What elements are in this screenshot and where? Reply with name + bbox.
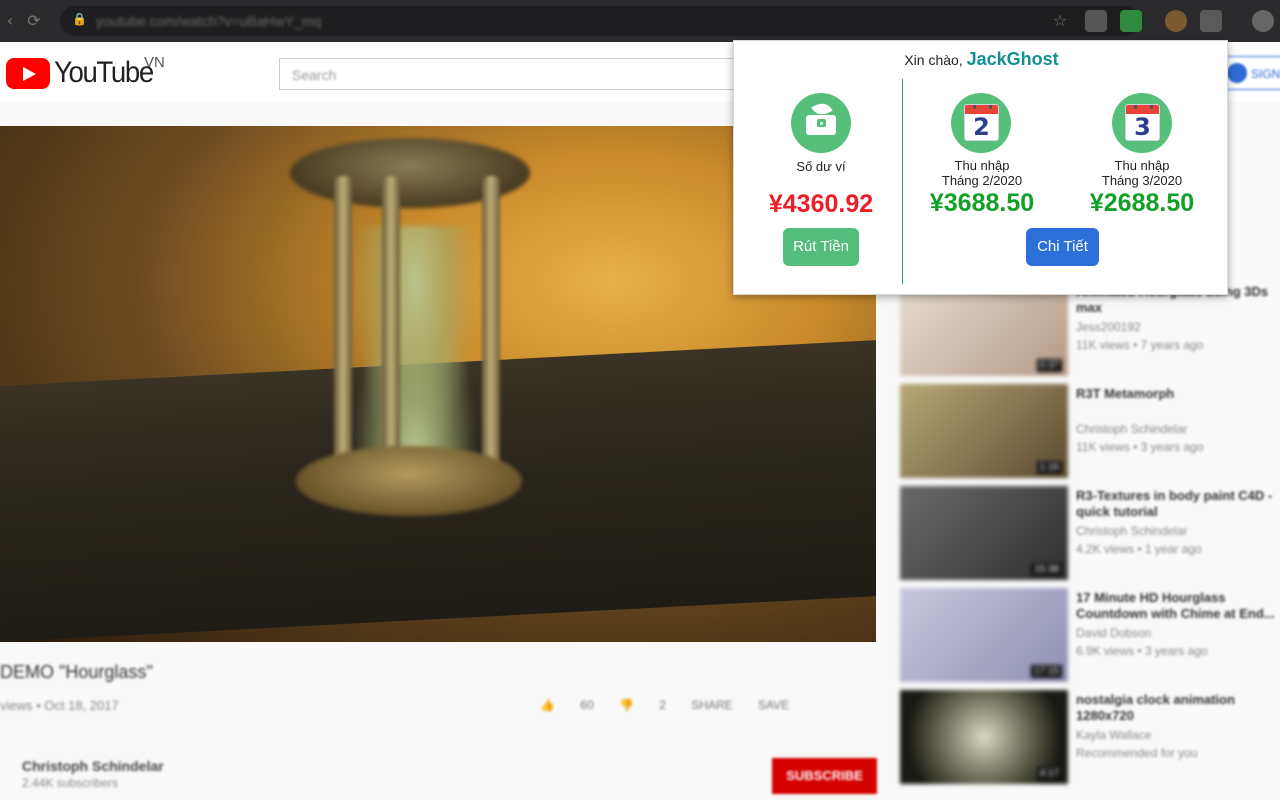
income-label-line1: Thu nhập	[1114, 158, 1170, 173]
section-divider	[902, 79, 903, 284]
greeting-prefix: Xin chào,	[904, 52, 963, 68]
income-value: ¥2688.50	[1089, 189, 1195, 217]
search-placeholder: Search	[292, 67, 337, 83]
url-text: youtube.com/watch?v=uBaHwY_mq	[96, 13, 322, 29]
wallet-icon	[791, 93, 851, 153]
video-duration: 17:15	[1030, 665, 1062, 678]
hourglass-pillar	[482, 176, 500, 496]
video-channel: David Dobson	[1076, 626, 1152, 640]
video-thumbnail[interactable]: 1:16	[900, 384, 1068, 478]
sign-in-button[interactable]: SIGN	[1220, 56, 1280, 90]
lock-icon: 🔒	[72, 12, 87, 26]
related-video-item[interactable]: 4:17 nostalgia clock animation 1280x720 …	[900, 690, 1280, 792]
related-video-item[interactable]: 1:16 R3T Metamorph Christoph Schindelar …	[900, 384, 1280, 486]
wallet-balance-label: Số dư ví	[796, 159, 846, 174]
video-views: 11K views • 7 years ago	[1076, 338, 1204, 352]
video-title[interactable]: nostalgia clock animation 1280x720	[1076, 692, 1276, 724]
video-thumbnail[interactable]: 4:17	[900, 690, 1068, 784]
greeting: Xin chào, JackGhost	[734, 49, 1229, 70]
video-views: Recommended for you	[1076, 746, 1198, 760]
browser-toolbar: ‹ ⟳ 🔒 youtube.com/watch?v=uBaHwY_mq ☆	[0, 0, 1280, 42]
video-title[interactable]: 17 Minute HD Hourglass Countdown with Ch…	[1076, 590, 1276, 622]
video-channel: Christoph Schindelar	[1076, 524, 1188, 538]
star-icon[interactable]: ☆	[1050, 11, 1070, 31]
youtube-logo-text[interactable]: YouTube	[54, 56, 154, 90]
video-channel: Jess200192	[1076, 320, 1141, 334]
video-thumbnail[interactable]: 17:15	[900, 588, 1068, 682]
video-views: 4.2K views • 1 year ago	[1076, 542, 1202, 556]
extension-avatar-icon[interactable]	[1165, 10, 1187, 32]
income-label-month: Tháng 3/2020	[1101, 173, 1183, 188]
channel-name[interactable]: Christoph Schindelar	[22, 758, 164, 774]
channel-subscribers: 2.44K subscribers	[22, 776, 119, 790]
video-channel: Christoph Schindelar	[1076, 422, 1188, 436]
income-label: Thu nhập Tháng 3/2020	[1072, 158, 1212, 188]
extension-shield-icon[interactable]	[1085, 10, 1107, 32]
youtube-logo-icon[interactable]	[6, 58, 50, 89]
video-duration: 0:37	[1036, 359, 1062, 372]
related-videos-list: 0:37 Animated Hourglass using 3Ds max Je…	[900, 282, 1280, 792]
video-meta: views • Oct 18, 2017	[0, 698, 119, 713]
withdraw-button[interactable]: Rút Tiền	[783, 228, 859, 266]
subscribe-button[interactable]: SUBSCRIBE	[772, 758, 877, 794]
video-channel: Kayla Wallace	[1076, 728, 1152, 742]
income-label-line1: Thu nhập	[954, 158, 1010, 173]
income-label-month: Tháng 2/2020	[941, 173, 1023, 188]
related-video-item[interactable]: 15:38 R3-Textures in body paint C4D - qu…	[900, 486, 1280, 588]
video-title[interactable]: R3T Metamorph	[1076, 386, 1276, 402]
wallet-balance-value: ¥4360.92	[768, 190, 874, 218]
search-input[interactable]: Search	[279, 58, 739, 90]
video-views: 11K views • 3 years ago	[1076, 440, 1204, 454]
video-thumbnail[interactable]: 15:38	[900, 486, 1068, 580]
income-value: ¥3688.50	[929, 189, 1035, 217]
back-icon[interactable]: ‹	[0, 11, 20, 31]
like-count: 60	[580, 698, 594, 712]
income-label: Thu nhập Tháng 2/2020	[912, 158, 1052, 188]
dislike-count: 2	[659, 698, 666, 712]
save-button[interactable]: SAVE	[758, 698, 789, 712]
share-button[interactable]: SHARE	[691, 698, 732, 712]
video-views: 6.9K views • 3 years ago	[1076, 644, 1208, 658]
profile-icon[interactable]	[1252, 10, 1274, 32]
dislike-icon[interactable]: 👎	[619, 698, 634, 712]
video-thumbnail[interactable]: 0:37	[900, 282, 1068, 376]
related-video-item[interactable]: 17:15 17 Minute HD Hourglass Countdown w…	[900, 588, 1280, 690]
calendar-month-number: 2	[973, 113, 990, 141]
region-code: VN	[144, 54, 165, 71]
calendar-icon: 2	[951, 93, 1011, 153]
video-actions: 👍 60 👎 2 SHARE SAVE	[540, 698, 870, 718]
wallet-extension-popup: Xin chào, JackGhost Số dư ví ¥4360.92 Rú…	[733, 40, 1228, 295]
video-title[interactable]: R3-Textures in body paint C4D - quick tu…	[1076, 488, 1276, 520]
video-duration: 4:17	[1036, 767, 1062, 780]
calendar-month-number: 3	[1134, 113, 1151, 141]
detail-button[interactable]: Chi Tiết	[1026, 228, 1099, 266]
like-icon[interactable]: 👍	[540, 698, 555, 712]
extension-green-icon[interactable]	[1120, 10, 1142, 32]
hourglass-base	[296, 446, 522, 516]
video-title: DEMO "Hourglass"	[0, 662, 153, 682]
related-video-item[interactable]: 0:37 Animated Hourglass using 3Ds max Je…	[900, 282, 1280, 384]
reload-icon[interactable]: ⟳	[24, 11, 44, 31]
calendar-icon: 3	[1112, 93, 1172, 153]
wallet-extension-icon[interactable]	[1200, 10, 1222, 32]
video-duration: 1:16	[1036, 461, 1062, 474]
username: JackGhost	[966, 49, 1059, 69]
video-duration: 15:38	[1030, 563, 1062, 576]
hourglass-pillar	[334, 176, 352, 496]
